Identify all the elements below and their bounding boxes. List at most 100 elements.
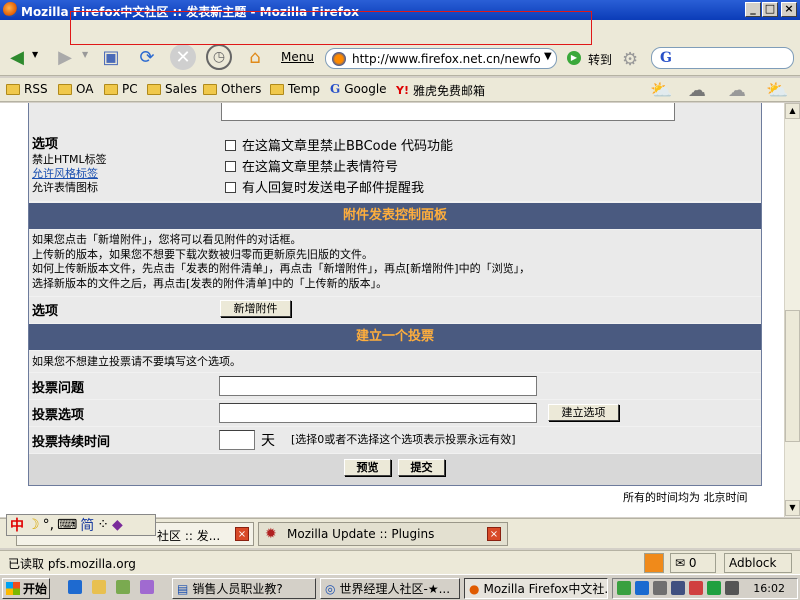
- tray-app-icon[interactable]: [707, 581, 721, 595]
- bookmarks-toolbar: RSS OA PC Sales Others Temp G Google Y! 雅虎…: [0, 78, 800, 102]
- bookmark-folder-temp[interactable]: Temp: [270, 82, 320, 96]
- weather-cloudy-icon[interactable]: ☁: [728, 80, 746, 101]
- history-clock-icon[interactable]: ◷: [206, 44, 232, 70]
- attachment-note: 选择新版本的文件之后，再点击[发表的附件清单]中的「上传新的版本」。: [32, 276, 388, 290]
- ime-softkey-icon[interactable]: ⁘: [97, 517, 109, 533]
- notify-reply-checkbox[interactable]: [225, 182, 236, 193]
- message-textarea[interactable]: [221, 103, 675, 121]
- disable-smilies-option[interactable]: 在这篇文章里禁止表情符号: [225, 156, 398, 175]
- bookmark-folder-rss[interactable]: RSS: [6, 82, 48, 96]
- annotation-outline: [70, 11, 592, 45]
- preview-button[interactable]: 预览: [344, 459, 391, 476]
- smilies-allowed-link[interactable]: 允许表情图标: [32, 179, 98, 195]
- home-icon[interactable]: ⌂: [242, 44, 268, 70]
- volume-icon[interactable]: [653, 581, 667, 595]
- post-form: 选项 禁止HTML标签 允许风格标签 允许表情图标 在这篇文章里禁止BBCode…: [28, 103, 762, 486]
- ime-punctuation-icon[interactable]: °,: [43, 517, 54, 533]
- start-label: 开始: [23, 582, 48, 596]
- poll-question-input[interactable]: [219, 376, 537, 396]
- quicklaunch-app-icon[interactable]: [140, 580, 154, 594]
- maximize-button[interactable]: □: [762, 2, 778, 17]
- scroll-down-icon[interactable]: ▼: [785, 500, 800, 516]
- tray-app-icon[interactable]: [689, 581, 703, 595]
- weather-rain-icon[interactable]: ☁: [688, 80, 706, 101]
- disable-bbcode-option[interactable]: 在这篇文章里禁止BBCode 代码功能: [225, 135, 453, 154]
- menu-button[interactable]: Menu: [281, 50, 314, 64]
- notify-reply-option[interactable]: 有人回复时发送电子邮件提醒我: [225, 177, 424, 196]
- ime-menu-icon[interactable]: ◆: [112, 517, 123, 533]
- forward-dropdown-icon[interactable]: ▼: [82, 50, 88, 59]
- ime-chinese-mode[interactable]: 中: [10, 515, 24, 535]
- forward-icon[interactable]: ▶: [52, 44, 78, 70]
- ie-icon[interactable]: [68, 580, 82, 594]
- google-icon: G: [330, 82, 341, 96]
- bookmark-folder-oa[interactable]: OA: [58, 82, 93, 96]
- bookmark-folder-pc[interactable]: PC: [104, 82, 138, 96]
- poll-option-input[interactable]: [219, 403, 537, 423]
- rss-feed-icon[interactable]: [644, 553, 664, 573]
- mail-notifier[interactable]: ✉ 0: [670, 553, 716, 573]
- back-dropdown-icon[interactable]: ▼: [32, 50, 38, 59]
- disable-smilies-checkbox[interactable]: [225, 161, 236, 172]
- tray-app-icon[interactable]: [617, 581, 631, 595]
- bookmark-label: Sales: [165, 82, 197, 96]
- close-tab-icon[interactable]: ×: [235, 527, 249, 541]
- disable-bbcode-checkbox[interactable]: [225, 140, 236, 151]
- start-button[interactable]: 开始: [2, 578, 50, 599]
- bookmark-folder-sales[interactable]: Sales: [147, 82, 197, 96]
- ime-simplified-mode[interactable]: 简: [80, 515, 94, 535]
- vertical-scrollbar[interactable]: ▲ ▼: [784, 103, 800, 517]
- back-icon[interactable]: ◀: [4, 44, 30, 70]
- tab-label: 社区 :: 发...: [157, 529, 221, 543]
- url-text[interactable]: http://www.firefox.net.cn/newfo: [352, 52, 541, 66]
- tray-app-icon[interactable]: [725, 581, 739, 595]
- bookmark-yahoo-mail[interactable]: Y! 雅虎免费邮箱: [396, 82, 485, 99]
- checkbox-label: 在这篇文章里禁止BBCode 代码功能: [242, 139, 454, 154]
- close-tab-icon[interactable]: ×: [487, 527, 501, 541]
- reload-icon[interactable]: ⟳: [134, 44, 160, 70]
- weather-partly-sunny-icon[interactable]: ⛅: [650, 80, 672, 101]
- scroll-thumb[interactable]: [785, 310, 800, 442]
- tray-app-icon[interactable]: [671, 581, 685, 595]
- bookmark-label: RSS: [24, 82, 48, 96]
- poll-duration-input[interactable]: [219, 430, 255, 450]
- explorer-icon[interactable]: [92, 580, 106, 594]
- days-unit-label: 天: [261, 433, 275, 449]
- taskbar-button-firefox[interactable]: ● Mozilla Firefox中文社...: [464, 578, 608, 599]
- minimize-button[interactable]: _: [745, 2, 761, 17]
- url-dropdown-icon[interactable]: ▼: [544, 51, 552, 62]
- clock[interactable]: 16:02: [753, 582, 785, 595]
- ime-moon-icon[interactable]: ☽: [27, 517, 40, 533]
- stop-icon[interactable]: ✕: [170, 44, 196, 70]
- word-doc-icon: ▤: [177, 581, 189, 596]
- taskbar-button-manager-community[interactable]: ◎ 世界经理人社区-★...: [320, 578, 460, 599]
- poll-header: 建立一个投票: [29, 324, 761, 350]
- add-option-button[interactable]: 建立选项: [548, 404, 619, 421]
- quicklaunch-app-icon[interactable]: [116, 580, 130, 594]
- scroll-up-icon[interactable]: ▲: [785, 103, 800, 119]
- submit-button[interactable]: 提交: [398, 459, 445, 476]
- attachment-note: 如果您点击「新增附件」，您将可以看见附件的对话框。: [32, 233, 302, 246]
- adblock-button[interactable]: Adblock: [724, 553, 792, 573]
- ime-keyboard-icon[interactable]: ⌨: [57, 517, 77, 533]
- windows-logo-icon: [6, 582, 20, 595]
- url-bar[interactable]: http://www.firefox.net.cn/newfo ▼: [325, 48, 557, 69]
- gear-icon[interactable]: ⚙: [622, 49, 638, 70]
- google-search-icon[interactable]: G: [660, 50, 672, 66]
- go-icon[interactable]: ▶: [567, 51, 581, 65]
- poll-option-label: 投票选项: [32, 408, 85, 423]
- close-window-button[interactable]: ×: [781, 2, 797, 17]
- search-box[interactable]: G: [651, 47, 794, 69]
- weather-sunny-cloud-icon[interactable]: ⛅: [766, 80, 788, 101]
- tray-network-icon[interactable]: [635, 581, 649, 595]
- bookmark-folder-others[interactable]: Others: [203, 82, 261, 96]
- bookmark-google[interactable]: G Google: [330, 82, 387, 96]
- new-window-icon[interactable]: ▣: [98, 44, 124, 70]
- ime-toolbar[interactable]: 中 ☽ °, ⌨ 简 ⁘ ◆: [6, 514, 156, 536]
- taskbar-button-sales[interactable]: ▤ 销售人员职业教?: [172, 578, 316, 599]
- add-attachment-button[interactable]: 新增附件: [220, 300, 291, 317]
- tab-mozilla-update[interactable]: ✹ Mozilla Update :: Plugins ×: [258, 522, 508, 546]
- options-label: 选项: [32, 137, 59, 152]
- system-tray: 16:02: [612, 578, 798, 599]
- go-button[interactable]: 转到: [588, 51, 612, 68]
